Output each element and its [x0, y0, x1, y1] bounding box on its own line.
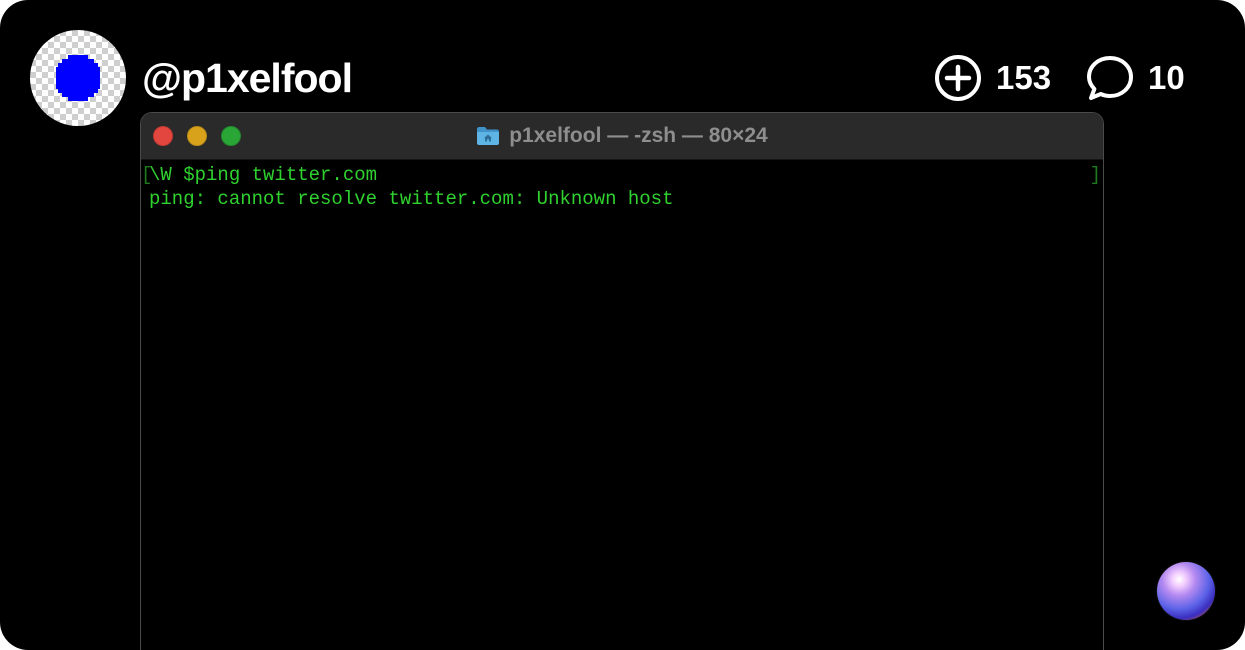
sphere-logo-icon[interactable]: [1157, 562, 1215, 620]
terminal-window[interactable]: p1xelfool — -zsh — 80×24 [ ] \W $ping tw…: [140, 112, 1104, 650]
remix-stat[interactable]: 153: [934, 52, 1051, 104]
window-title-group: p1xelfool — -zsh — 80×24: [141, 113, 1103, 159]
avatar[interactable]: [30, 30, 126, 126]
comments-stat[interactable]: 10: [1086, 52, 1185, 104]
window-title: p1xelfool — -zsh — 80×24: [509, 124, 768, 147]
terminal-titlebar[interactable]: p1xelfool — -zsh — 80×24: [141, 113, 1103, 160]
post-card: @p1xelfool 153 10 p1xelfool — -zsh — 80×…: [0, 0, 1245, 650]
home-folder-icon: [477, 127, 500, 145]
terminal-output[interactable]: [ ] \W $ping twitter.com ping: cannot re…: [141, 160, 1103, 650]
comment-count: 10: [1148, 59, 1185, 96]
prompt-bracket-right: ]: [1089, 164, 1101, 186]
plus-circle-icon[interactable]: [934, 54, 982, 102]
output-line: ping: cannot resolve twitter.com: Unknow…: [149, 188, 674, 210]
speech-bubble-icon[interactable]: [1086, 54, 1134, 102]
command-line: \W $ping twitter.com: [149, 164, 378, 186]
blue-pixel-circle-icon: [56, 55, 100, 101]
username[interactable]: @p1xelfool: [142, 52, 353, 104]
remix-count: 153: [996, 59, 1052, 96]
